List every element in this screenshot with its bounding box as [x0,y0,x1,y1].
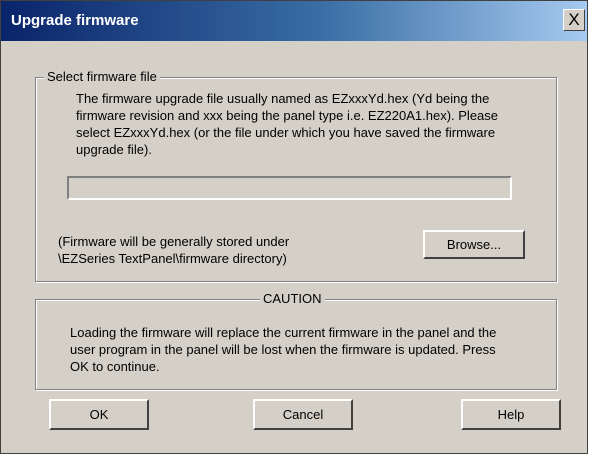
firmware-description: The firmware upgrade file usually named … [76,91,499,157]
caution-message: Loading the firmware will replace the cu… [70,325,497,374]
title-bar: Upgrade firmware X [1,1,587,41]
firmware-location-note: (Firmware will be generally stored under… [58,233,289,267]
upgrade-firmware-dialog: Upgrade firmware X Select firmware file … [0,0,588,454]
cancel-button[interactable]: Cancel [253,399,353,430]
caution-legend: CAUTION [260,291,325,306]
window-title: Upgrade firmware [11,12,139,29]
ok-button[interactable]: OK [49,399,149,430]
close-button[interactable]: X [563,9,585,31]
select-firmware-group: Select firmware file The firmware upgrad… [35,69,557,282]
help-button[interactable]: Help [461,399,561,430]
note-line-2: \EZSeries TextPanel\firmware directory) [58,251,287,266]
close-icon: X [568,10,580,29]
note-line-1: (Firmware will be generally stored under [58,234,290,249]
caution-group: CAUTION Loading the firmware will replac… [35,291,557,390]
browse-button[interactable]: Browse... [423,230,525,259]
firmware-path-field[interactable] [67,176,512,200]
select-firmware-legend: Select firmware file [44,69,160,84]
